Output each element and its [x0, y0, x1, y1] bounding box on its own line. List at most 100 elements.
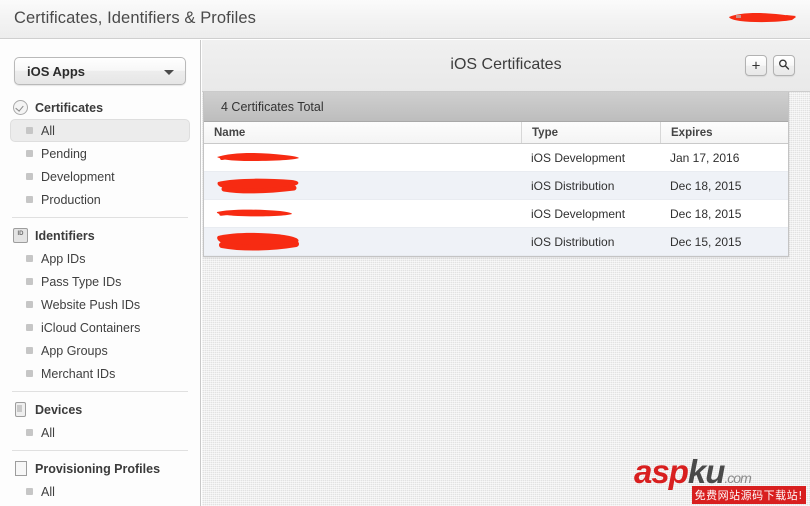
- column-header-type[interactable]: Type: [521, 122, 660, 143]
- name-redaction: [217, 178, 299, 193]
- cell-expires: Dec 15, 2015: [670, 234, 742, 249]
- watermark-subtitle: 免费网站源码下载站!: [691, 486, 806, 504]
- name-redaction: [217, 232, 299, 251]
- add-certificate-button[interactable]: +: [745, 55, 767, 76]
- sidebar-item-label: iCloud Containers: [41, 320, 141, 335]
- search-icon-svg: [779, 59, 790, 70]
- watermark-brand-ku: ku: [687, 453, 726, 490]
- sidebar-nav: Certificates All Pending Development Pro…: [0, 96, 200, 503]
- sidebar-item-label: Pass Type IDs: [41, 274, 122, 289]
- certificate-icon: [13, 100, 28, 115]
- sidebar-item-label: Merchant IDs: [41, 366, 116, 381]
- sidebar-divider: [12, 391, 188, 392]
- sidebar-item-website-push-ids[interactable]: Website Push IDs: [10, 293, 190, 316]
- column-header-name[interactable]: Name: [204, 122, 521, 143]
- watermark-brand: aspku.com: [634, 453, 752, 496]
- sidebar-item-certificates-production[interactable]: Production: [10, 188, 190, 211]
- sidebar-item-label: Website Push IDs: [41, 297, 141, 312]
- sidebar-item-label: Production: [41, 192, 101, 207]
- sidebar-item-app-groups[interactable]: App Groups: [10, 339, 190, 362]
- name-redaction: [217, 152, 299, 161]
- id-badge-icon: ID: [13, 228, 28, 243]
- content-header: iOS Certificates +: [202, 40, 810, 92]
- cell-type: iOS Distribution: [531, 234, 615, 249]
- cell-expires: Dec 18, 2015: [670, 178, 742, 193]
- search-icon: [779, 59, 790, 73]
- sidebar-item-label: Development: [41, 169, 115, 184]
- sidebar-item-certificates-pending[interactable]: Pending: [10, 142, 190, 165]
- cell-type: iOS Distribution: [531, 178, 615, 193]
- sidebar-group-identifiers: ID Identifiers: [0, 224, 200, 247]
- sidebar-item-pass-type-ids[interactable]: Pass Type IDs: [10, 270, 190, 293]
- plus-icon: +: [751, 57, 761, 74]
- app-root: Certificates, Identifiers & Profiles iOS…: [0, 0, 810, 506]
- bullet-icon: [26, 488, 33, 495]
- cell-name: [204, 172, 521, 199]
- bullet-icon: [26, 173, 33, 180]
- certificates-table: 4 Certificates Total Name Type Expires i…: [203, 92, 789, 257]
- table-row[interactable]: iOS Development Jan 17, 2016: [204, 144, 788, 172]
- sidebar-item-label: App Groups: [41, 343, 108, 358]
- site-watermark: aspku.com 免费网站源码下载站!: [634, 454, 806, 504]
- sidebar-item-certificates-all[interactable]: All: [10, 119, 190, 142]
- sidebar-item-label: All: [41, 484, 55, 499]
- document-icon: [15, 461, 27, 476]
- window-titlebar: Certificates, Identifiers & Profiles: [0, 0, 810, 39]
- bullet-icon: [26, 429, 33, 436]
- bullet-icon: [26, 150, 33, 157]
- main-content: iOS Certificates + 4 Certificates Total …: [202, 40, 810, 506]
- sidebar: iOS Apps Certificates All Pending Develo…: [0, 40, 201, 506]
- sidebar-group-provisioning-profiles: Provisioning Profiles: [0, 457, 200, 480]
- table-row[interactable]: iOS Distribution Dec 15, 2015: [204, 228, 788, 256]
- content-title: iOS Certificates: [450, 56, 562, 73]
- certificates-count-bar: 4 Certificates Total: [204, 92, 788, 122]
- app-type-dropdown[interactable]: iOS Apps: [14, 57, 186, 85]
- watermark-brand-asp: asp: [634, 453, 689, 490]
- sidebar-item-label: App IDs: [41, 251, 86, 266]
- sidebar-item-provisioning-all[interactable]: All: [10, 480, 190, 503]
- app-type-dropdown-label: iOS Apps: [27, 64, 86, 79]
- bullet-icon: [26, 278, 33, 285]
- bullet-icon: [26, 347, 33, 354]
- certificates-count-text: 4 Certificates Total: [221, 99, 324, 114]
- bullet-icon: [26, 370, 33, 377]
- cell-type: iOS Development: [531, 150, 626, 165]
- bullet-icon: [26, 301, 33, 308]
- cell-expires: Jan 17, 2016: [670, 150, 740, 165]
- sidebar-item-label: All: [41, 425, 55, 440]
- sidebar-item-icloud-containers[interactable]: iCloud Containers: [10, 316, 190, 339]
- cell-name: [204, 228, 521, 255]
- table-header-row: Name Type Expires: [204, 122, 788, 144]
- bullet-icon: [26, 196, 33, 203]
- device-icon: [15, 402, 26, 417]
- sidebar-group-label: Identifiers: [35, 228, 95, 243]
- cell-expires: Dec 18, 2015: [670, 206, 742, 221]
- sidebar-item-app-ids[interactable]: App IDs: [10, 247, 190, 270]
- sidebar-item-label: All: [41, 123, 55, 138]
- sidebar-group-label: Provisioning Profiles: [35, 461, 161, 476]
- header-actions: +: [745, 55, 795, 76]
- page-title: Certificates, Identifiers & Profiles: [14, 9, 257, 27]
- cell-name: [204, 200, 521, 227]
- sidebar-item-devices-all[interactable]: All: [10, 421, 190, 444]
- table-row[interactable]: iOS Development Dec 18, 2015: [204, 200, 788, 228]
- bullet-icon: [26, 255, 33, 262]
- sidebar-item-label: Pending: [41, 146, 87, 161]
- chevron-down-icon: [164, 70, 174, 75]
- sidebar-item-merchant-ids[interactable]: Merchant IDs: [10, 362, 190, 385]
- sidebar-item-certificates-development[interactable]: Development: [10, 165, 190, 188]
- bullet-icon: [26, 127, 33, 134]
- cell-name: [204, 144, 521, 171]
- search-button[interactable]: [773, 55, 795, 76]
- sidebar-divider: [12, 217, 188, 218]
- sidebar-group-label: Devices: [35, 402, 83, 417]
- sidebar-divider: [12, 450, 188, 451]
- account-name-redaction: [729, 13, 796, 23]
- table-row[interactable]: iOS Distribution Dec 18, 2015: [204, 172, 788, 200]
- bullet-icon: [26, 324, 33, 331]
- sidebar-group-certificates: Certificates: [0, 96, 200, 119]
- cell-type: iOS Development: [531, 206, 626, 221]
- column-header-expires[interactable]: Expires: [660, 122, 788, 143]
- sidebar-group-label: Certificates: [35, 100, 104, 115]
- sidebar-group-devices: Devices: [0, 398, 200, 421]
